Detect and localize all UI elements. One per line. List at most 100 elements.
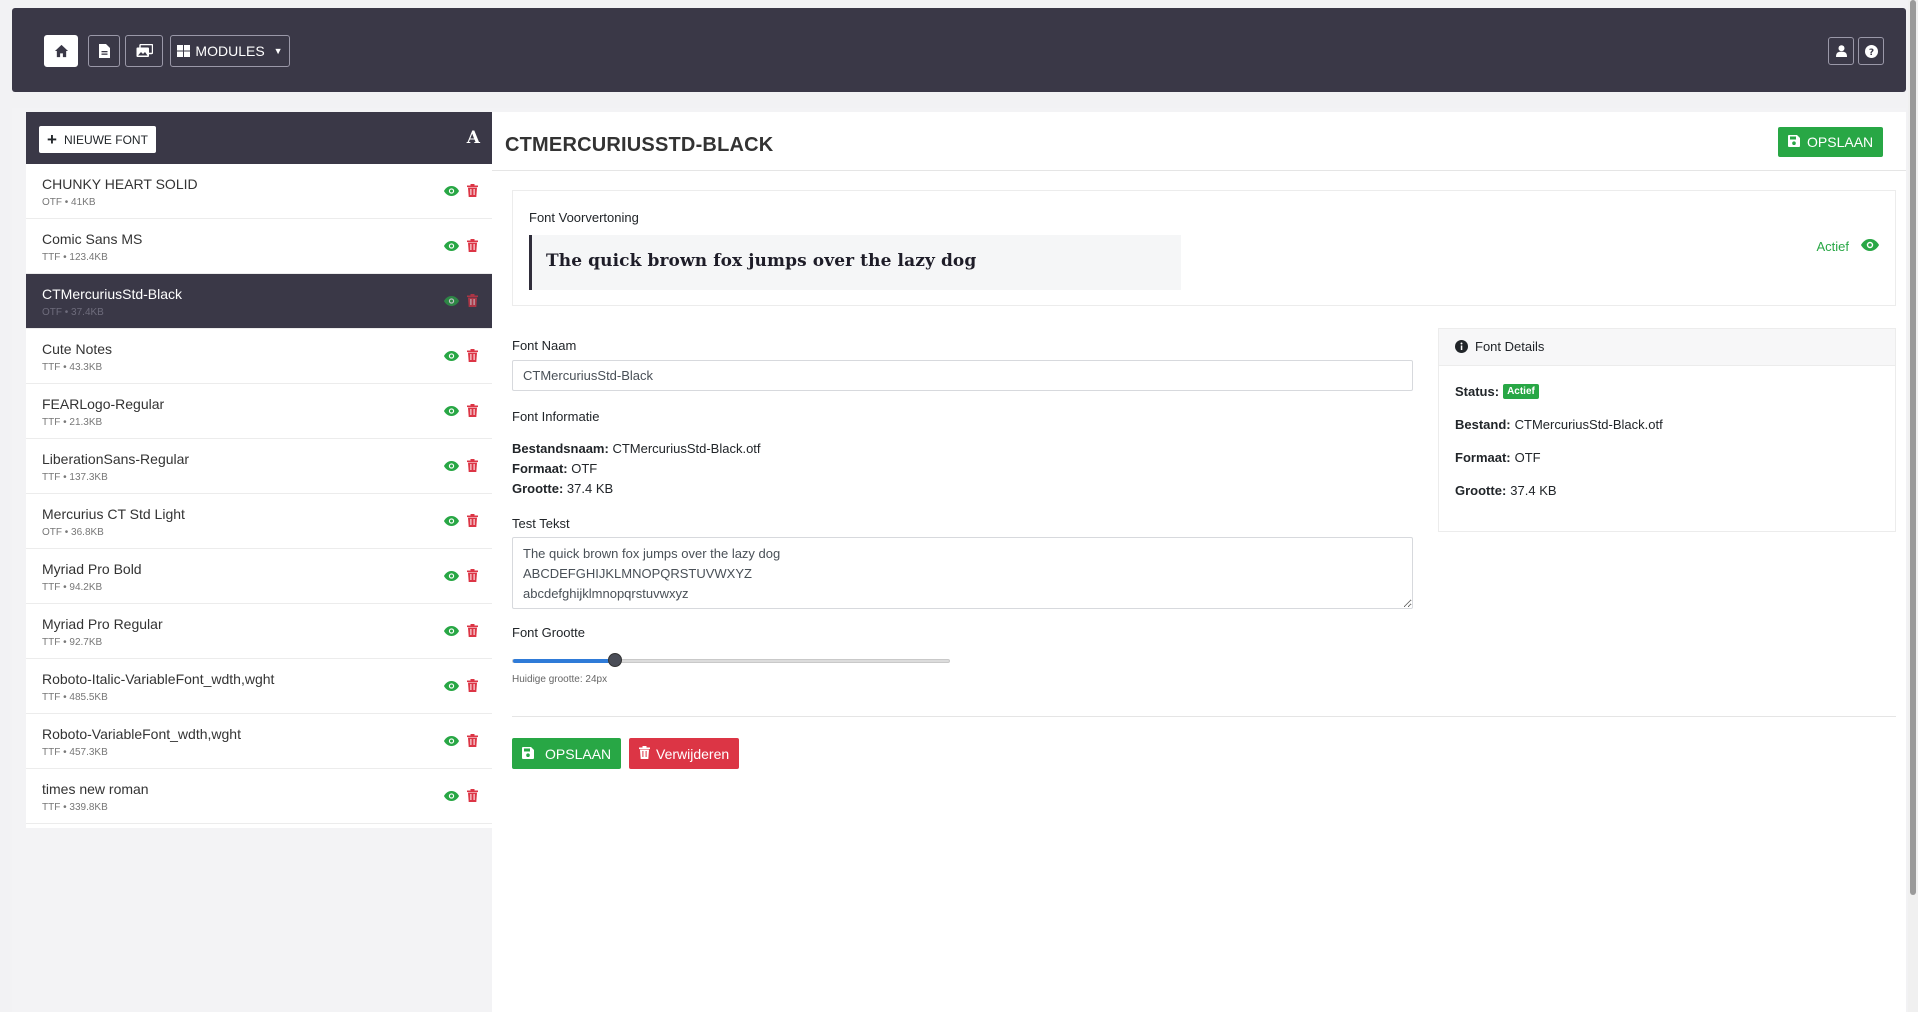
font-list-item[interactable]: Cute Notes TTF • 43.3KB [26,329,492,384]
font-item-actions [444,294,478,307]
active-toggle[interactable]: Actief [1816,239,1879,254]
top-navbar: MODULES ▼ ? [12,8,1906,92]
font-list-item[interactable]: FEARLogo-Regular TTF • 21.3KB [26,384,492,439]
trash-icon[interactable] [467,679,478,692]
font-item-meta: TTF • 43.3KB [42,362,103,373]
modules-dropdown[interactable]: MODULES ▼ [170,35,290,67]
save-button-top[interactable]: OPSLAAN [1778,127,1884,157]
eye-icon[interactable] [444,350,459,361]
eye-icon[interactable] [444,185,459,196]
details-format: Formaat: OTF [1455,450,1541,465]
status-badge: Actief [1503,384,1539,399]
trash-icon [639,745,650,762]
font-list-item[interactable]: Roboto-Italic-VariableFont_wdth,wght TTF … [26,659,492,714]
eye-icon[interactable] [444,405,459,416]
trash-icon[interactable] [467,789,478,802]
font-item-name: Myriad Pro Bold [42,561,142,577]
font-item-name: Comic Sans MS [42,231,143,247]
help-button[interactable]: ? [1858,37,1884,65]
document-button[interactable] [88,35,120,67]
trash-icon[interactable] [467,514,478,527]
eye-icon[interactable] [444,680,459,691]
user-button[interactable] [1828,37,1854,65]
trash-icon[interactable] [467,239,478,252]
eye-icon[interactable] [444,460,459,471]
preview-label: Font Voorvertoning [529,210,639,225]
trash-icon[interactable] [467,624,478,637]
chevron-down-icon: ▼ [273,46,283,56]
font-item-name: times new roman [42,781,149,797]
details-size: Grootte: 37.4 KB [1455,483,1557,498]
home-button[interactable] [44,35,78,67]
font-item-name: Roboto-Italic-VariableFont_wdth,wght [42,671,275,687]
preview-text: The quick brown fox jumps over the lazy … [546,251,977,271]
details-status: Status: Actief [1455,384,1539,399]
font-name-input[interactable] [512,360,1413,391]
eye-icon[interactable] [444,735,459,746]
font-item-name: CHUNKY HEART SOLID [42,176,198,192]
trash-icon[interactable] [467,294,478,307]
font-item-name: FEARLogo-Regular [42,396,165,412]
eye-icon[interactable] [444,515,459,526]
page-scrollbar[interactable] [1908,0,1918,1012]
grid-icon [177,45,191,57]
trash-icon[interactable] [467,184,478,197]
file-icon [98,44,110,58]
font-details-card: Font Details Status: Actief Bestand: CTM… [1438,328,1896,532]
font-size-label: Font Grootte [512,625,585,640]
details-file-value: CTMercuriusStd-Black.otf [1514,417,1663,432]
test-text-area[interactable]: The quick brown fox jumps over the lazy … [512,537,1413,609]
font-item-name: CTMercuriusStd-Black [42,286,183,302]
font-list-item[interactable]: Myriad Pro Bold TTF • 94.2KB [26,549,492,604]
info-filename-key: Bestandsnaam: [512,441,609,456]
font-item-actions [444,569,478,582]
question-circle-icon: ? [1864,44,1878,58]
trash-icon[interactable] [467,734,478,747]
font-list-item[interactable]: Myriad Pro Regular TTF • 92.7KB [26,604,492,659]
font-list-item[interactable]: times new roman TTF • 339.8KB [26,769,492,824]
font-item-actions [444,349,478,362]
eye-icon[interactable] [444,240,459,251]
font-list-item[interactable]: CTMercuriusStd-Black OTF • 37.4KB [26,274,492,329]
font-item-actions [444,734,478,747]
save-label: OPSLAAN [1807,134,1874,150]
font-item-meta: OTF • 41KB [42,197,96,208]
eye-icon[interactable] [444,790,459,801]
font-size-hint: Huidige grootte: 24px [512,674,608,685]
trash-icon[interactable] [467,349,478,362]
delete-button[interactable]: Verwijderen [629,738,740,769]
font-item-meta: TTF • 94.2KB [42,582,103,593]
trash-icon[interactable] [467,404,478,417]
slider-thumb[interactable] [608,653,623,667]
font-item-name: Cute Notes [42,341,113,357]
font-list-item[interactable]: Mercurius CT Std Light OTF • 36.8KB [26,494,492,549]
info-filename-value: CTMercuriusStd-Black.otf [612,441,761,456]
new-font-button[interactable]: + NIEUWE FONT [39,126,156,153]
preview-box: The quick brown fox jumps over the lazy … [529,235,1181,290]
details-title: Font Details [1475,339,1545,354]
font-item-actions [444,184,478,197]
scrollbar-thumb[interactable] [1910,0,1916,895]
sort-alpha-icon[interactable]: A [467,128,480,148]
test-text-label: Test Tekst [512,516,570,531]
gallery-button[interactable] [125,35,163,67]
details-header: Font Details [1439,329,1895,366]
font-sidebar: + NIEUWE FONT A CHUNKY HEART SOLID OTF • … [26,112,492,828]
eye-icon [1861,239,1879,254]
font-list-item[interactable]: LiberationSans-Regular TTF • 137.3KB [26,439,492,494]
trash-icon[interactable] [467,569,478,582]
trash-icon[interactable] [467,459,478,472]
eye-icon[interactable] [444,295,459,306]
save-button-bottom[interactable]: OPSLAAN [512,738,622,769]
font-size-slider[interactable] [512,653,950,667]
font-item-meta: OTF • 37.4KB [42,307,104,318]
info-format-value: OTF [571,461,598,476]
font-list-item[interactable]: Roboto-VariableFont_wdth,wght TTF • 457.3… [26,714,492,769]
font-list-item[interactable]: Comic Sans MS TTF • 123.4KB [26,219,492,274]
info-format: Formaat: OTF [512,461,597,476]
details-size-key: Grootte: [1455,483,1507,498]
eye-icon[interactable] [444,625,459,636]
font-list-item[interactable]: CHUNKY HEART SOLID OTF • 41KB [26,164,492,219]
page-title: CTMERCURIUSSTD-BLACK [505,134,774,156]
eye-icon[interactable] [444,570,459,581]
